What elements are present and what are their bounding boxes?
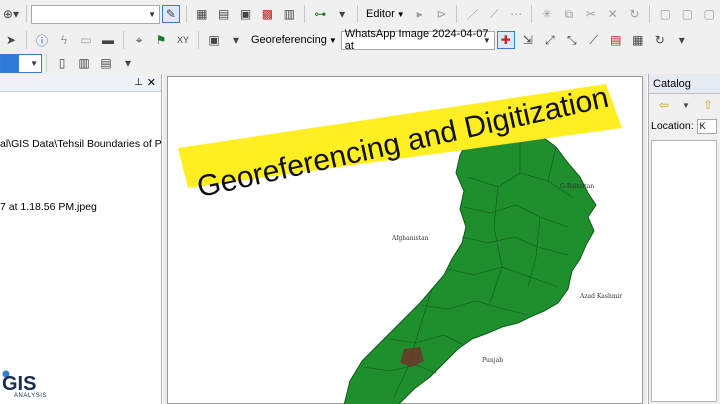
separator bbox=[198, 31, 199, 49]
edit-vertices-icon[interactable]: ✳ bbox=[538, 5, 556, 23]
zoom-to-selected-link-icon[interactable]: ⤢ bbox=[541, 31, 559, 49]
georeferencing-layer-value: WhatsApp Image 2024-04-07 at bbox=[344, 28, 489, 52]
separator bbox=[26, 31, 27, 49]
separator bbox=[456, 5, 458, 23]
view-link-table-icon[interactable]: ▦ bbox=[629, 31, 647, 49]
print-icon[interactable]: ▤ bbox=[97, 54, 115, 72]
toolbar-row-tools: ➤ ⓘ ϟ ▭ ▬ ⌖ ⚑ XY ▣ ▾ Georeferencing ▼ Wh… bbox=[0, 28, 720, 52]
catalog-nav-bar: ⇦ ▼ ⇧ bbox=[649, 94, 720, 116]
edit-annotation-icon[interactable]: ⊳ bbox=[433, 5, 451, 23]
cut-polygons-icon[interactable]: ✂ bbox=[582, 5, 600, 23]
toolbar-row-layers: ▼ ▯ ▥ ▤ ▾ bbox=[0, 52, 720, 74]
data-view-icon[interactable]: ▥ bbox=[75, 54, 93, 72]
split-tool-icon[interactable]: ✕ bbox=[604, 5, 622, 23]
sketch-properties-icon[interactable]: ▢ bbox=[678, 5, 696, 23]
chevron-down-icon[interactable]: ▼ bbox=[677, 96, 695, 114]
chevron-down-icon: ▼ bbox=[148, 9, 157, 19]
chevron-down-icon: ▼ bbox=[328, 35, 337, 45]
hyperlink-icon[interactable]: ϟ bbox=[55, 31, 73, 49]
separator bbox=[357, 5, 359, 23]
edit-tool-icon[interactable]: ▸ bbox=[411, 5, 429, 23]
identify-icon[interactable]: ⓘ bbox=[33, 31, 51, 49]
toolbar-options-icon[interactable]: ▾ bbox=[227, 31, 245, 49]
arc-toolbox-icon[interactable]: ▩ bbox=[259, 5, 277, 23]
georeferencing-layer-combo[interactable]: WhatsApp Image 2024-04-07 at ▼ bbox=[340, 28, 495, 52]
separator bbox=[185, 5, 187, 23]
html-popup-icon[interactable]: ▭ bbox=[77, 31, 95, 49]
logo-subtitle: ANALYSIS bbox=[14, 393, 47, 399]
viewer-icon[interactable]: ▤ bbox=[607, 31, 625, 49]
pin-icon[interactable]: ⊥ bbox=[134, 77, 143, 88]
toolbar-options-icon[interactable]: ▾ bbox=[333, 5, 351, 23]
add-control-points-icon[interactable]: ✚ bbox=[496, 31, 515, 49]
python-window-icon[interactable]: ▥ bbox=[280, 5, 298, 23]
active-layer-swatch bbox=[1, 54, 19, 72]
point-icon[interactable]: ⋯ bbox=[507, 5, 525, 23]
catalog-window-icon[interactable]: ▤ bbox=[215, 5, 233, 23]
table-window-icon[interactable]: ▦ bbox=[193, 5, 211, 23]
map-label-afghanistan: Afghanistan bbox=[392, 235, 429, 242]
select-link-icon[interactable]: ⇲ bbox=[519, 31, 537, 49]
georeferencing-menu[interactable]: Georeferencing ▼ bbox=[247, 34, 341, 46]
time-slider-icon[interactable]: ▣ bbox=[205, 31, 223, 49]
reshape-icon[interactable]: ⧉ bbox=[560, 5, 578, 23]
location-label: Location: bbox=[651, 120, 694, 132]
chevron-down-icon: ▼ bbox=[396, 9, 405, 19]
toolbar-options-icon[interactable]: ▾ bbox=[119, 54, 137, 72]
search-window-icon[interactable]: ▣ bbox=[237, 5, 255, 23]
rotate-dropdown-icon[interactable]: ↻ bbox=[651, 31, 669, 49]
catalog-tree[interactable] bbox=[651, 140, 717, 402]
attributes-icon[interactable]: ▢ bbox=[656, 5, 674, 23]
model-builder-icon[interactable]: ⊶ bbox=[311, 5, 329, 23]
editor-toolbar-toggle-icon[interactable]: ✎ bbox=[162, 5, 180, 23]
up-folder-icon[interactable]: ⇧ bbox=[699, 96, 717, 114]
map-scale-combo[interactable]: ▼ bbox=[30, 4, 161, 24]
chevron-down-icon: ▼ bbox=[30, 58, 38, 68]
catalog-location-bar: Location: K bbox=[649, 116, 720, 136]
separator bbox=[649, 5, 651, 23]
editor-menu-label: Editor bbox=[366, 8, 395, 20]
toc-layer-path[interactable]: al\GIS Data\Tehsil Boundaries of P bbox=[0, 138, 162, 150]
separator bbox=[123, 31, 124, 49]
chevron-down-icon: ▼ bbox=[482, 35, 491, 45]
add-data-dropdown-icon[interactable]: ⊕▾ bbox=[2, 5, 20, 23]
map-label-punjab: Punjab bbox=[482, 357, 504, 364]
find-route-icon[interactable]: ⚑ bbox=[152, 31, 170, 49]
go-to-xy-icon[interactable]: XY bbox=[174, 31, 192, 49]
separator bbox=[46, 54, 47, 72]
layout-view-icon[interactable]: ▯ bbox=[53, 54, 71, 72]
svg-text:GIS: GIS bbox=[2, 373, 36, 395]
editor-menu[interactable]: Editor ▼ bbox=[362, 8, 409, 20]
table-of-contents-pane: ⊥ ✕ al\GIS Data\Tehsil Boundaries of P 7… bbox=[0, 74, 162, 404]
toc-image-layer[interactable]: 7 at 1.18.56 PM.jpeg bbox=[0, 201, 97, 213]
toolbar-options-icon[interactable]: ▾ bbox=[673, 31, 691, 49]
active-layer-combo[interactable]: ▼ bbox=[0, 53, 42, 73]
georeferencing-menu-label: Georeferencing bbox=[251, 34, 327, 46]
map-label-azad-kashmir: Azad Kashmir bbox=[580, 293, 623, 300]
create-features-icon[interactable]: ▢ bbox=[700, 5, 718, 23]
location-input[interactable]: K bbox=[696, 118, 717, 134]
delete-link-icon[interactable]: ⤡ bbox=[563, 31, 581, 49]
auto-registration-icon[interactable]: ⟋ bbox=[585, 31, 603, 49]
find-binoculars-icon[interactable]: ⌖ bbox=[130, 31, 148, 49]
straight-segment-icon[interactable]: ／ bbox=[463, 5, 481, 23]
catalog-header: Catalog bbox=[649, 74, 720, 94]
toc-header: ⊥ ✕ bbox=[0, 74, 161, 92]
separator bbox=[531, 5, 533, 23]
rotate-tool-icon[interactable]: ↻ bbox=[626, 5, 644, 23]
separator bbox=[25, 5, 27, 23]
catalog-pane: Catalog ⇦ ▼ ⇧ Location: K bbox=[648, 74, 720, 404]
close-icon[interactable]: ✕ bbox=[147, 76, 156, 89]
select-arrow-icon[interactable]: ➤ bbox=[2, 31, 20, 49]
measure-icon[interactable]: ▬ bbox=[99, 31, 117, 49]
separator bbox=[304, 5, 306, 23]
back-arrow-icon[interactable]: ⇦ bbox=[655, 96, 673, 114]
trace-icon[interactable]: ⟋ bbox=[485, 5, 503, 23]
toolbar-row-standard: ⊕▾ ▼ ✎ ▦ ▤ ▣ ▩ ▥ ⊶ ▾ Editor ▼ ▸ ⊳ ／ ⟋ ⋯ … bbox=[0, 0, 720, 28]
